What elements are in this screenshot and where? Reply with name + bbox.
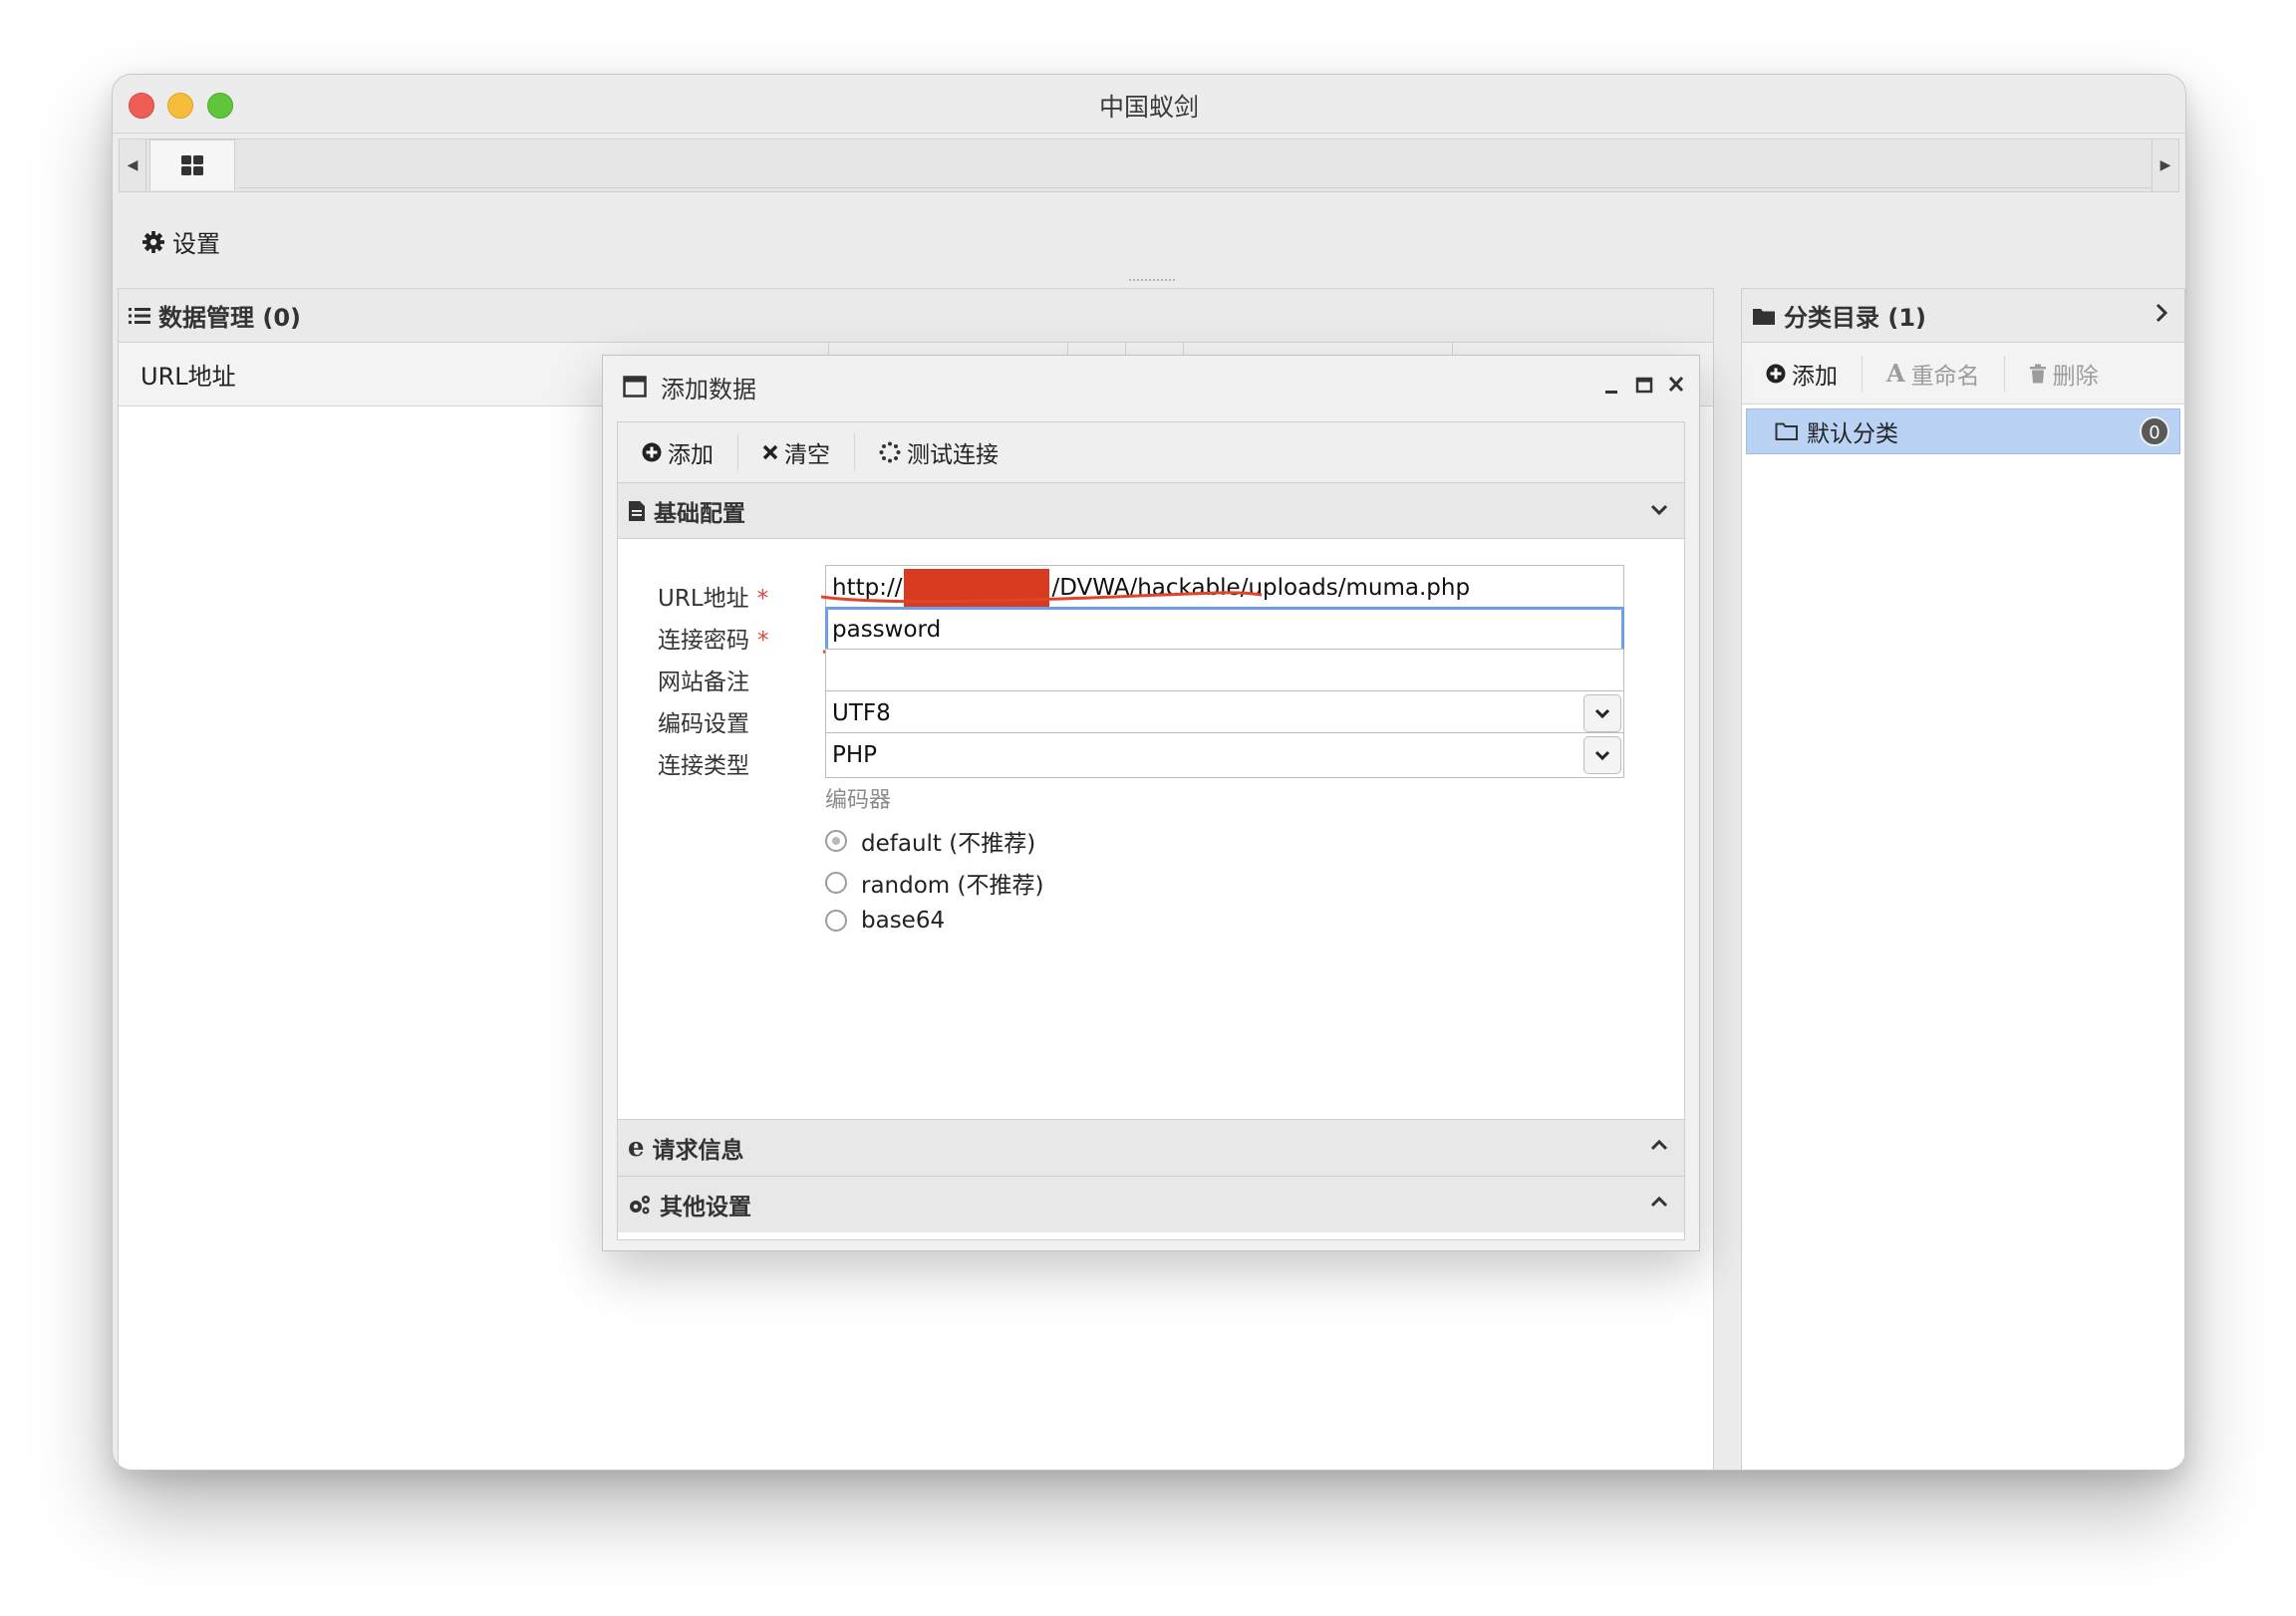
tab-divider <box>239 187 2151 188</box>
file-icon <box>629 500 645 521</box>
chevron-down-icon <box>1594 750 1610 761</box>
dialog-title: 添加数据 <box>661 375 756 404</box>
connection-type-select[interactable]: PHP <box>825 732 1624 778</box>
close-icon[interactable] <box>1667 374 1685 396</box>
dialog-test-connection-button[interactable]: 测试连接 <box>855 435 1022 469</box>
dialog-test-connection-label: 测试连接 <box>907 442 999 468</box>
dialog-body: 添加 清空 测试连接 基础配置 URL地址 * http:// /DVWA/ha… <box>617 421 1685 1240</box>
encoder-option-random[interactable]: random (不推荐) <box>825 866 1043 900</box>
dialog-add-button[interactable]: 添加 <box>618 435 737 469</box>
chevron-up-icon <box>1650 1196 1668 1208</box>
note-input[interactable] <box>825 649 1624 694</box>
tab-bar: ◀ ▶ <box>119 138 2179 192</box>
category-toolbar: 添加 A 重命名 删除 <box>1742 343 2184 404</box>
dropdown-button[interactable] <box>1583 736 1621 774</box>
dialog-controls <box>1603 374 1685 396</box>
radio-unselected[interactable] <box>825 910 847 932</box>
category-delete-button[interactable]: 删除 <box>2005 354 2123 394</box>
category-delete-label: 删除 <box>2052 363 2099 390</box>
category-add-label: 添加 <box>1792 363 1838 390</box>
window-icon <box>623 376 647 398</box>
request-info-title: 请求信息 <box>652 1138 744 1164</box>
times-icon <box>762 444 778 460</box>
radio-selected[interactable] <box>825 830 847 852</box>
category-item-label: 默认分类 <box>1807 421 1898 447</box>
column-header-url[interactable]: URL地址 <box>141 357 236 392</box>
category-panel: 分类目录 (1) 添加 A 重命名 删除 默认分类 0 <box>1741 288 2185 1470</box>
dialog-clear-button[interactable]: 清空 <box>738 435 854 469</box>
folder-icon <box>1753 308 1775 325</box>
encoder-label: 编码器 <box>825 788 892 813</box>
radio-unselected[interactable] <box>825 872 847 894</box>
category-panel-header: 分类目录 (1) <box>1742 289 2184 343</box>
plus-circle-icon <box>1766 364 1786 383</box>
trash-icon <box>2029 364 2046 383</box>
tab-home[interactable] <box>149 139 235 190</box>
settings-label: 设置 <box>172 230 220 258</box>
font-icon: A <box>1886 359 1905 388</box>
list-icon <box>129 307 150 324</box>
category-item-default[interactable]: 默认分类 0 <box>1746 408 2180 454</box>
gears-icon <box>630 1196 650 1214</box>
basic-config-form: URL地址 * http:///DVWA/hackable/uploads/mum… <box>618 539 1684 1120</box>
dropdown-button[interactable] <box>1583 694 1621 732</box>
data-panel-header: 数据管理 (0) <box>119 289 1713 343</box>
encoding-field-label: 编码设置 <box>658 711 749 737</box>
dialog-toolbar: 添加 清空 测试连接 <box>618 422 1684 483</box>
minimize-icon[interactable] <box>1603 374 1621 396</box>
other-settings-title: 其他设置 <box>660 1195 751 1220</box>
other-settings-section-header[interactable]: 其他设置 <box>618 1177 1684 1232</box>
grid-icon <box>181 155 203 175</box>
request-info-section-header[interactable]: e 请求信息 <box>618 1120 1684 1177</box>
folder-open-icon <box>1775 422 1798 440</box>
required-marker: * <box>756 586 769 612</box>
data-panel-title: 数据管理 (0) <box>158 304 301 332</box>
gear-icon <box>143 230 164 253</box>
annotation-underline <box>820 591 1263 604</box>
type-field-label: 连接类型 <box>658 753 749 779</box>
dialog-header[interactable]: 添加数据 <box>603 356 1699 417</box>
title-bar: 中国蚁剑 <box>113 75 2185 134</box>
password-field-label: 连接密码 * <box>658 628 769 654</box>
layout-splitter-handle[interactable] <box>1129 279 1175 281</box>
add-data-dialog: 添加数据 添加 清空 测试连接 基础配置 URL地址 * http:// /DV… <box>602 355 1700 1251</box>
maximize-icon[interactable] <box>1635 374 1653 396</box>
category-count-badge: 0 <box>2140 416 2169 446</box>
category-rename-button[interactable]: A 重命名 <box>1863 354 2004 394</box>
chevron-right-icon[interactable] <box>2154 301 2168 329</box>
category-panel-title: 分类目录 (1) <box>1784 304 1926 332</box>
caret-left-icon[interactable]: ◀ <box>120 139 146 191</box>
encoding-select[interactable]: UTF8 <box>825 690 1624 736</box>
category-rename-label: 重命名 <box>1910 363 1980 390</box>
dialog-clear-label: 清空 <box>784 442 830 468</box>
window-title: 中国蚁剑 <box>1098 93 1199 122</box>
chevron-up-icon <box>1650 1139 1668 1151</box>
chevron-down-icon <box>1594 708 1610 719</box>
ie-icon: e <box>628 1133 645 1163</box>
spinner-icon <box>879 441 901 463</box>
plus-circle-icon <box>642 442 662 462</box>
note-field-label: 网站备注 <box>658 670 749 695</box>
encoder-option-default[interactable]: default (不推荐) <box>825 824 1035 858</box>
basic-config-section-header[interactable]: 基础配置 <box>618 483 1684 539</box>
category-add-button[interactable]: 添加 <box>1742 354 1862 394</box>
encoder-option-base64[interactable]: base64 <box>825 908 945 934</box>
url-field-label: URL地址 * <box>658 586 769 612</box>
required-marker: * <box>757 628 769 654</box>
dialog-add-label: 添加 <box>668 442 714 468</box>
settings-button[interactable]: 设置 <box>143 224 220 259</box>
password-input[interactable]: password <box>825 607 1624 653</box>
caret-right-icon[interactable]: ▶ <box>2152 139 2178 191</box>
basic-config-title: 基础配置 <box>654 500 745 527</box>
chevron-down-icon <box>1650 504 1668 516</box>
